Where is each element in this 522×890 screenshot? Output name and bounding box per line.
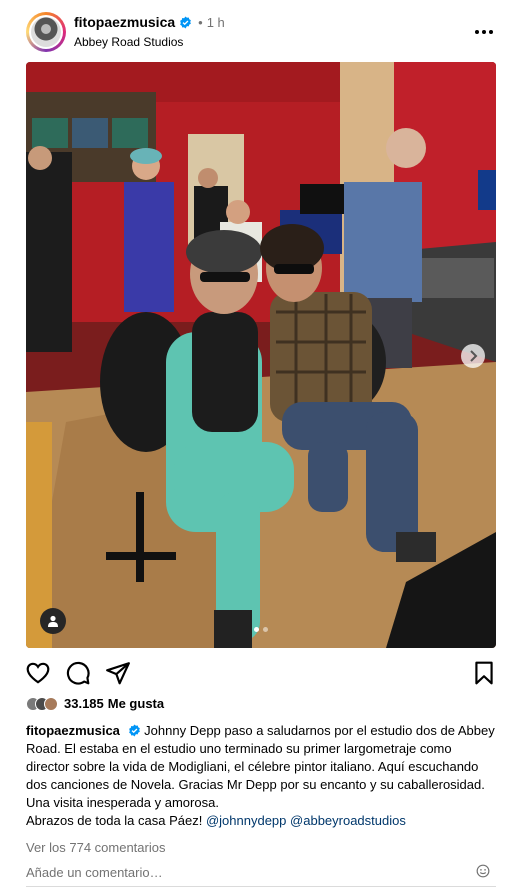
post-caption: fitopaezmusica Johnny Depp paso a saluda… bbox=[26, 722, 496, 830]
emoji-icon[interactable] bbox=[476, 864, 490, 878]
likes-summary[interactable]: 33.185 Me gusta bbox=[26, 696, 164, 711]
separator-dot: • bbox=[198, 14, 203, 30]
comment-input[interactable] bbox=[26, 862, 466, 882]
post-time[interactable]: 1 h bbox=[207, 15, 225, 30]
more-options-icon bbox=[475, 30, 479, 34]
tagged-users-button[interactable] bbox=[40, 608, 66, 634]
post-divider bbox=[26, 886, 496, 887]
carousel-next-button[interactable] bbox=[461, 344, 485, 368]
verified-badge-icon bbox=[128, 724, 140, 737]
post-photo[interactable] bbox=[26, 62, 496, 648]
carousel-dot bbox=[263, 627, 268, 632]
avatar[interactable] bbox=[26, 12, 66, 52]
comment-bubble-icon[interactable] bbox=[65, 660, 91, 686]
mention-johnnydepp[interactable]: @johnnydepp bbox=[206, 813, 286, 828]
likes-label: Me gusta bbox=[107, 696, 165, 711]
heart-icon[interactable] bbox=[25, 660, 51, 686]
post-user-line: fitopaezmusica • 1 h bbox=[74, 14, 225, 30]
post-header: fitopaezmusica • 1 h Abbey Road Studios bbox=[0, 0, 522, 62]
verified-badge-icon bbox=[180, 16, 192, 28]
post-location[interactable]: Abbey Road Studios bbox=[74, 35, 183, 49]
likes-count: 33.185 bbox=[64, 696, 104, 711]
caption-signoff: Abrazos de toda la casa Páez! bbox=[26, 813, 203, 828]
bookmark-icon[interactable] bbox=[471, 660, 497, 686]
person-icon bbox=[48, 615, 58, 627]
carousel-indicator bbox=[254, 627, 268, 632]
carousel-dot-active bbox=[254, 627, 259, 632]
mention-abbeyroadstudios[interactable]: @abbeyroadstudios bbox=[290, 813, 406, 828]
post-actions-bar bbox=[0, 656, 522, 690]
share-paper-plane-icon[interactable] bbox=[105, 660, 131, 686]
username-link[interactable]: fitopaezmusica bbox=[74, 14, 175, 30]
caption-username[interactable]: fitopaezmusica bbox=[26, 723, 120, 738]
chevron-right-icon bbox=[470, 350, 478, 362]
studio-photo-illustration bbox=[26, 62, 496, 648]
more-options-button[interactable] bbox=[472, 22, 496, 42]
liker-avatars bbox=[26, 696, 60, 711]
comment-composer bbox=[26, 862, 496, 882]
view-comments-link[interactable]: Ver los 774 comentarios bbox=[26, 840, 165, 855]
